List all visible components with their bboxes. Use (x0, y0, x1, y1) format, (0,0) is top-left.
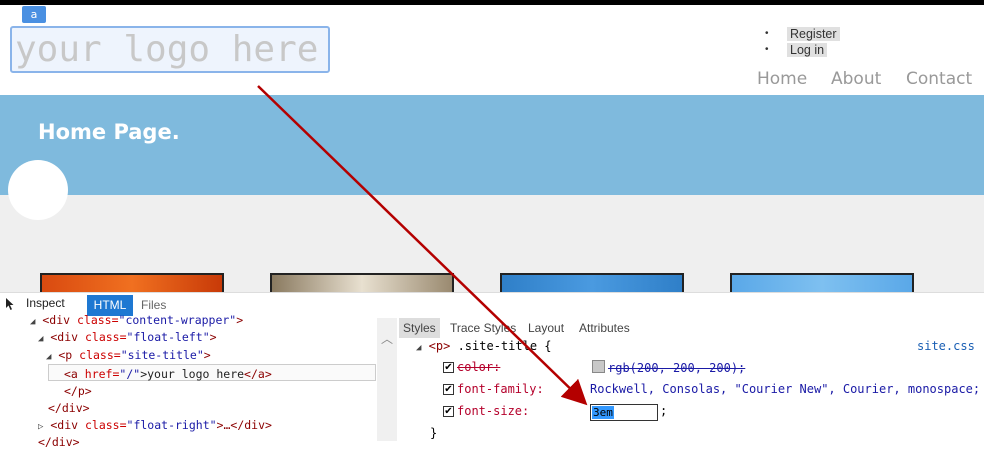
tab-layout[interactable]: Layout (528, 318, 564, 338)
nav-home[interactable]: Home (757, 69, 807, 89)
tree-node[interactable]: </div> (48, 400, 90, 416)
stylesheet-source-link[interactable]: site.css (917, 339, 975, 353)
tree-node[interactable]: ◢ <p class="site-title"> (46, 347, 211, 363)
tree-node[interactable]: ▷ <div class="float-right">…</div> (38, 417, 272, 433)
collapse-triangle-icon[interactable]: ◢ (30, 317, 35, 327)
property-checkbox[interactable]: ✔ (443, 384, 454, 395)
tab-trace-styles[interactable]: Trace Styles (450, 318, 516, 338)
css-rule-close: } (430, 426, 438, 440)
collapse-triangle-icon[interactable]: ◢ (416, 343, 421, 353)
tab-styles[interactable]: Styles (399, 318, 440, 338)
nav-about[interactable]: About (831, 69, 881, 89)
tree-node[interactable]: </p> (64, 383, 92, 399)
tree-node[interactable]: </div> (38, 434, 80, 450)
collapse-triangle-icon[interactable]: ◢ (46, 352, 51, 362)
dom-tree[interactable]: ◢ <div class="content-wrapper"> ◢ <div c… (0, 312, 380, 449)
tree-node-selected[interactable]: <a href="/">your logo here</a> (64, 366, 272, 382)
property-checkbox[interactable]: ✔ (443, 362, 454, 373)
element-hint-badge: a (22, 6, 46, 23)
top-black-bar (0, 0, 984, 5)
property-checkbox[interactable]: ✔ (443, 406, 454, 417)
tab-files[interactable]: Files (141, 298, 166, 312)
css-property-font-size[interactable]: font-size: (457, 404, 529, 418)
nav-contact[interactable]: Contact (906, 69, 972, 89)
collapse-triangle-icon[interactable]: ◢ (38, 334, 43, 344)
inspect-cursor-icon[interactable] (4, 297, 16, 311)
login-link[interactable]: Log in (787, 43, 828, 57)
register-link[interactable]: Register (787, 27, 840, 41)
page-title: Home Page. (38, 120, 180, 144)
inspect-button[interactable]: Inspect (26, 296, 65, 310)
tab-attributes[interactable]: Attributes (579, 318, 630, 338)
css-value-color[interactable]: rgb(200, 200, 200); (592, 360, 745, 375)
tree-node[interactable]: ◢ <div class="float-left"> (38, 329, 217, 345)
css-rule-header: ◢ <p> .site-title { (416, 339, 552, 353)
featured-banner (0, 95, 984, 195)
css-value-font-size[interactable]: 3em (592, 406, 614, 419)
decorative-circle (8, 160, 68, 220)
expand-triangle-icon[interactable]: ▷ (38, 422, 43, 432)
css-property-font-family[interactable]: font-family: (457, 382, 544, 396)
login-item: Log in (762, 42, 840, 58)
login-links: Register Log in (762, 26, 840, 58)
css-semicolon: ; (660, 404, 668, 418)
color-swatch[interactable] (592, 360, 605, 373)
tree-node[interactable]: ◢ <div class="content-wrapper"> (30, 312, 243, 328)
register-item: Register (762, 26, 840, 42)
site-logo-link[interactable]: your logo here (10, 26, 330, 73)
chevron-up-icon[interactable]: ︿ (381, 330, 393, 347)
css-property-color[interactable]: color: (457, 360, 500, 374)
css-value-font-family[interactable]: Rockwell, Consolas, "Courier New", Couri… (590, 382, 980, 396)
